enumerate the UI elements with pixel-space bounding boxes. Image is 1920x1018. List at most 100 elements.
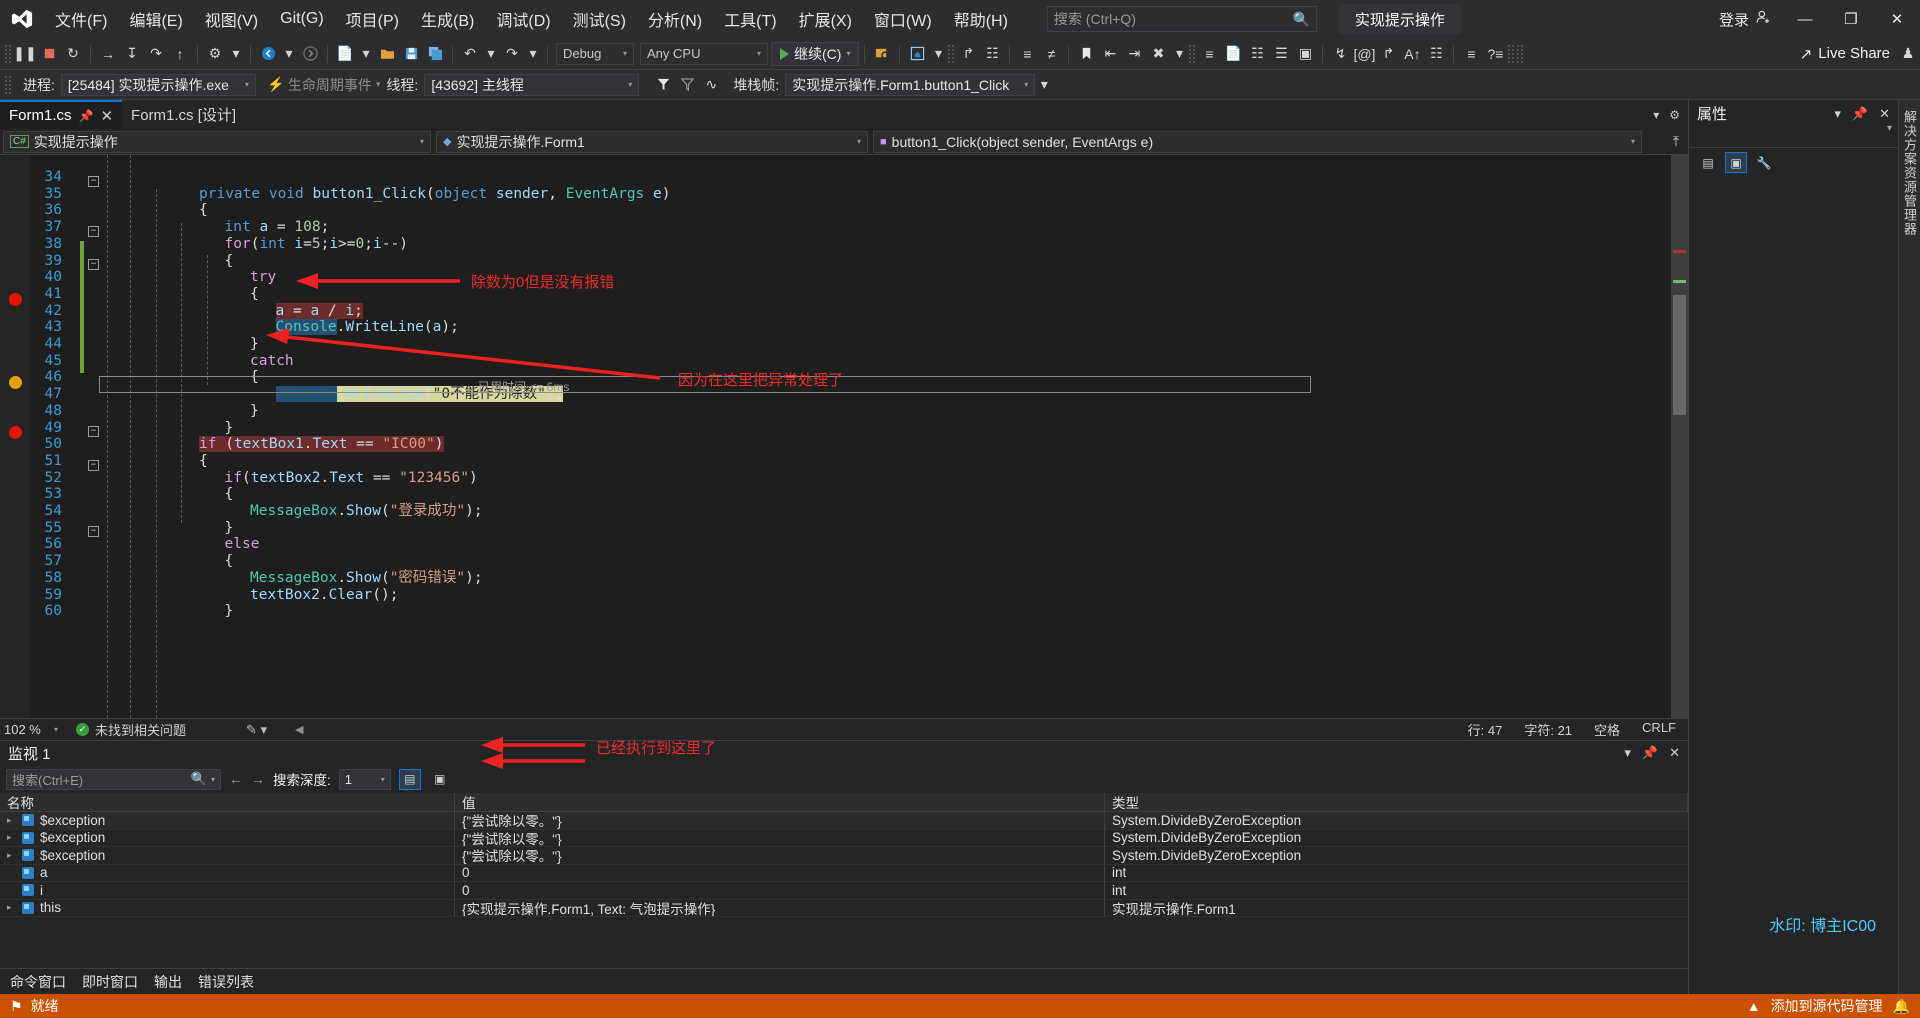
menu-project[interactable]: 项目(P) (335, 0, 410, 38)
table-row[interactable]: ▸$exception{"尝试除以零。"}System.DivideByZero… (0, 847, 1688, 865)
solution-explorer-home-icon[interactable] (905, 42, 929, 66)
expand-triangle-icon[interactable]: ▸ (7, 832, 16, 843)
redo-dropdown-icon[interactable]: ▾ (524, 42, 542, 66)
breakpoint-line-42[interactable] (9, 293, 22, 306)
refresh-watch-icon[interactable]: ▣ (429, 769, 451, 790)
sign-in-button[interactable]: 登录 (1709, 9, 1782, 30)
column-header-value[interactable]: 值 (455, 793, 1105, 811)
watch-row-value[interactable]: {"尝试除以零。"} (455, 847, 1105, 864)
code-line-49[interactable]: } (225, 420, 234, 437)
hex-display-toggle-icon[interactable]: ▤ (399, 769, 421, 790)
navbar-member-combo[interactable]: ■ button1_Click(object sender, EventArgs… (873, 131, 1642, 153)
fold-toggle-line-52[interactable]: − (88, 460, 99, 471)
table-row[interactable]: i0int (0, 882, 1688, 900)
add-to-source-control-label[interactable]: 添加到源代码管理 (1771, 996, 1883, 1016)
code-line-59[interactable]: textBox2.Clear(); (250, 587, 398, 604)
tab-error-list[interactable]: 错误列表 (198, 972, 254, 992)
code-cleanup-icon[interactable]: ✎ ▾ (246, 722, 267, 738)
toolbar-grip-2[interactable] (947, 44, 956, 64)
step-into-icon[interactable]: ↧ (120, 42, 144, 66)
compare-files-icon[interactable]: ☷ (1424, 42, 1448, 66)
new-file-icon[interactable]: 📄 (333, 42, 357, 66)
categorized-view-icon[interactable]: ▤ (1697, 152, 1719, 173)
close-button[interactable]: ✕ (1874, 0, 1920, 38)
editor-vertical-scrollbar[interactable] (1671, 155, 1688, 718)
stackframe-combo[interactable]: 实现提示操作.Form1.button1_Click▾ (785, 74, 1035, 96)
menu-tools[interactable]: 工具(T) (713, 0, 787, 38)
code-line-56[interactable]: else (225, 536, 260, 553)
quick-search-input[interactable]: 搜索 (Ctrl+Q) 🔍 (1047, 6, 1317, 32)
hot-reload-dropdown-icon[interactable]: ▾ (227, 42, 245, 66)
document-outline-icon[interactable]: 📄 (1221, 42, 1245, 66)
stop-icon[interactable] (37, 42, 61, 66)
watch-row-value[interactable]: {"尝试除以零。"} (455, 812, 1105, 829)
step-up-icon[interactable]: ↑ (168, 42, 192, 66)
step-out-icon[interactable]: ↷ (144, 42, 168, 66)
class-view-icon[interactable]: ☷ (1245, 42, 1269, 66)
watch-row-value[interactable]: 0 (455, 865, 1105, 882)
surround-with-icon[interactable]: [@] (1352, 42, 1376, 66)
clear-bookmarks-icon[interactable]: ✖ (1146, 42, 1170, 66)
next-bookmark-icon[interactable]: ⇥ (1122, 42, 1146, 66)
restart-icon[interactable]: ↻ (61, 42, 85, 66)
solution-explorer-strip[interactable]: 解决方案资源管理器 (1898, 100, 1920, 994)
code-editor[interactable]: − − − − − − 3435private void button1_Cli… (0, 155, 1688, 718)
toolbar-grip-4[interactable] (1507, 44, 1516, 64)
scroll-left-icon[interactable]: ◀ (295, 723, 303, 736)
debugbar-overflow-icon[interactable]: ▾ (1035, 73, 1053, 97)
code-line-58[interactable]: MessageBox.Show("密码错误"); (250, 570, 483, 587)
close-icon[interactable]: ✕ (100, 107, 113, 125)
expand-triangle-icon[interactable]: ▸ (7, 850, 16, 861)
menu-test[interactable]: 测试(S) (562, 0, 637, 38)
bookmark-icon[interactable] (1074, 42, 1098, 66)
editor-scrollbar-thumb[interactable] (1673, 295, 1686, 415)
table-row[interactable]: ▸$exception{"尝试除以零。"}System.DivideByZero… (0, 830, 1688, 848)
code-line-60[interactable]: } (225, 603, 234, 620)
watch-row-name[interactable]: ▸$exception (0, 847, 455, 864)
go-to-definition-icon[interactable]: ↱ (956, 42, 980, 66)
code-line-40[interactable]: try (250, 269, 276, 286)
redo-icon[interactable]: ↷ (500, 42, 524, 66)
code-line-38[interactable]: for(int i=5;i>=0;i--) (225, 236, 408, 253)
pause-icon[interactable]: ❚❚ (13, 42, 37, 66)
properties-wrench-icon[interactable]: 🔧 (1753, 152, 1775, 173)
tab-command-window[interactable]: 命令窗口 (10, 972, 66, 992)
tab-settings-gear-icon[interactable]: ⚙ (1669, 108, 1680, 122)
navigate-back-icon[interactable] (256, 42, 280, 66)
menu-edit[interactable]: 编辑(E) (118, 0, 193, 38)
menu-window[interactable]: 窗口(W) (863, 0, 943, 38)
menu-extensions[interactable]: 扩展(X) (788, 0, 863, 38)
code-line-55[interactable]: } (225, 520, 234, 537)
toolbar-grip-5[interactable] (1516, 44, 1525, 64)
code-line-53[interactable]: { (225, 486, 234, 503)
notifications-bell-icon[interactable]: 🔔 (1893, 998, 1910, 1015)
fold-toggle-line-50[interactable]: − (88, 426, 99, 437)
object-browser-icon[interactable]: ▣ (1293, 42, 1317, 66)
menu-debug[interactable]: 调试(D) (485, 0, 561, 38)
current-statement-marker-line-47[interactable] (9, 376, 22, 389)
save-icon[interactable] (399, 42, 423, 66)
solution-platform-combo[interactable]: Any CPU▾ (640, 43, 768, 65)
thread-combo[interactable]: [43692] 主线程▾ (424, 74, 639, 96)
watch-row-name[interactable]: ▸$exception (0, 812, 455, 829)
decrease-indent-icon[interactable]: ≠ (1039, 42, 1063, 66)
watch-search-input[interactable]: 搜索(Ctrl+E) 🔍 ▾ (6, 769, 221, 790)
navbar-project-combo[interactable]: C# 实现提示操作 ▾ (3, 131, 431, 153)
undo-icon[interactable]: ↶ (458, 42, 482, 66)
fold-toggle-line-35[interactable]: − (88, 176, 99, 187)
fold-toggle-line-40[interactable]: − (88, 259, 99, 270)
go-to-declaration-icon[interactable]: ↱ (1376, 42, 1400, 66)
pin-icon[interactable]: 📌 (79, 109, 94, 123)
tab-immediate-window[interactable]: 即时窗口 (82, 972, 138, 992)
code-line-36[interactable]: { (199, 202, 208, 219)
increase-indent-icon[interactable]: ≡ (1015, 42, 1039, 66)
watch-row-name[interactable]: ▸this (0, 900, 455, 917)
navigate-back-dropdown-icon[interactable]: ▾ (280, 42, 298, 66)
live-share-account-icon[interactable]: ♟ (1896, 42, 1920, 66)
menu-view[interactable]: 视图(V) (194, 0, 269, 38)
expand-triangle-icon[interactable]: ▸ (7, 815, 16, 826)
new-file-dropdown-icon[interactable]: ▾ (357, 42, 375, 66)
properties-close-icon[interactable]: ✕ (1879, 106, 1890, 122)
properties-dropdown-icon[interactable]: ▾ (1834, 106, 1841, 122)
fold-toggle-line-56[interactable]: − (88, 526, 99, 537)
